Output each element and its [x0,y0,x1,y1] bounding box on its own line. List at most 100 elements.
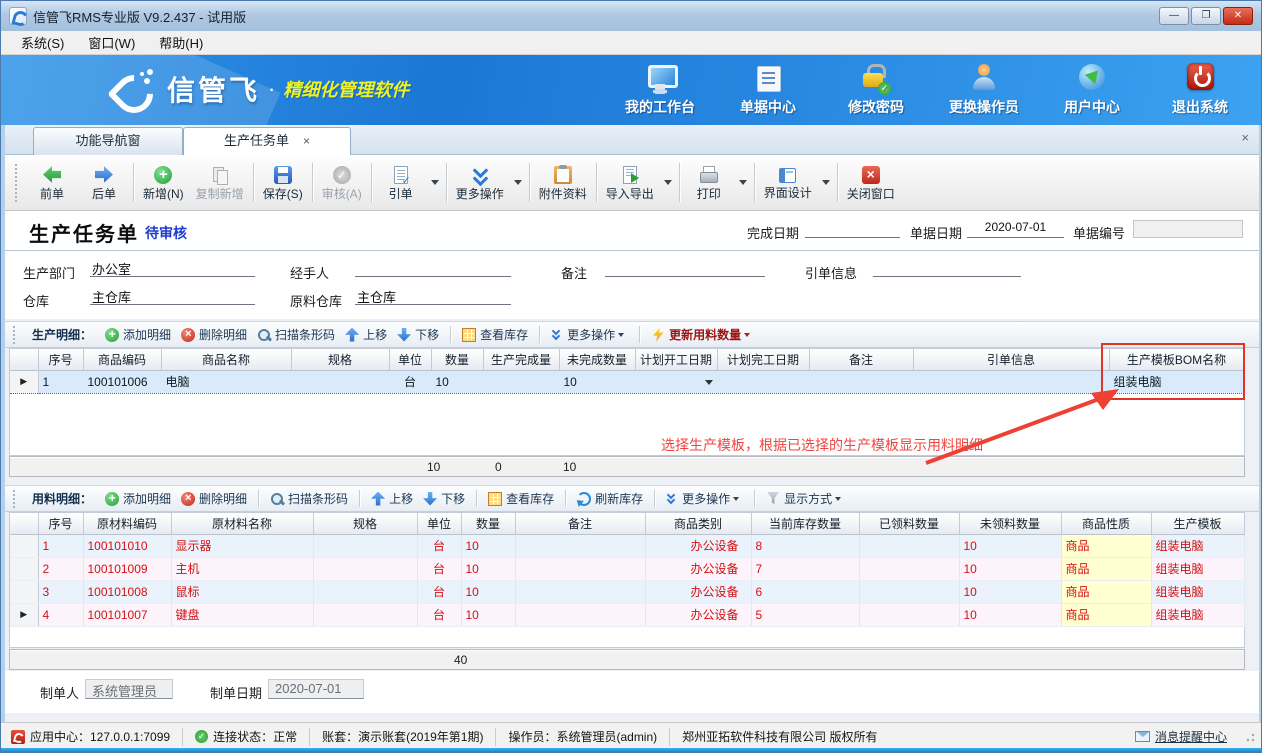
cell[interactable]: 10 [559,370,635,393]
bill-date-field[interactable]: 2020-07-01 [967,220,1064,238]
warehouse-field[interactable]: 主仓库 [90,287,255,305]
ui-design-button[interactable]: 界面设计 [758,162,818,203]
toolbar-grip[interactable] [15,164,18,202]
scan-barcode-button[interactable]: 扫描条形码 [252,324,340,345]
cell[interactable]: 办公设备 [645,580,751,603]
table-row[interactable]: 1100101010显示器台10办公设备810商品组装电脑 [10,534,1244,557]
column-header[interactable]: 计划完工日期 [717,349,809,370]
attachments-button[interactable]: 附件资料 [533,162,593,204]
cell[interactable]: 商品 [1061,603,1151,626]
cell[interactable]: 6 [751,580,859,603]
menu-system[interactable]: 系统(S) [11,31,74,54]
remark-field[interactable] [605,259,765,277]
column-header[interactable]: 原材料编码 [83,513,171,534]
dropdown-caret-icon[interactable] [822,180,830,185]
column-header[interactable]: 备注 [515,513,645,534]
cell[interactable] [483,370,559,393]
resize-grip[interactable] [1245,732,1255,742]
cell[interactable]: 键盘 [171,603,313,626]
column-header[interactable]: 计划开工日期 [635,349,717,370]
table-row[interactable]: ▶1100101006电脑台1010组装电脑 [10,370,1244,393]
nav-user-center[interactable]: 用户中心 [1049,63,1135,117]
cell[interactable] [313,534,417,557]
cell[interactable] [859,534,959,557]
cell[interactable]: 100101010 [83,534,171,557]
dropdown-caret-icon[interactable] [664,180,672,185]
handler-field[interactable] [355,259,511,277]
nav-exit-system[interactable]: 退出系统 [1157,63,1243,117]
column-header[interactable] [10,513,38,534]
cell[interactable]: 10 [461,580,515,603]
nav-switch-operator[interactable]: 更换操作员 [941,63,1027,117]
cell[interactable]: 1 [38,370,83,393]
minimize-button[interactable]: — [1159,7,1189,25]
column-header[interactable]: 生产完成量 [483,349,559,370]
delete-detail-button[interactable]: 删除明细 [176,488,252,509]
more-actions-button[interactable]: 更多操作 [661,488,748,509]
cell[interactable]: 办公设备 [645,557,751,580]
cell[interactable] [313,580,417,603]
refresh-stock-button[interactable]: 刷新库存 [572,488,648,509]
cell[interactable]: 10 [431,370,483,393]
delete-detail-button[interactable]: 删除明细 [176,324,252,345]
column-header[interactable] [10,349,38,370]
column-header[interactable]: 数量 [461,513,515,534]
update-material-qty-button[interactable]: 更新用料数量 [646,324,759,345]
cell[interactable] [913,370,1109,393]
column-header[interactable]: 商品类别 [645,513,751,534]
tab-close-icon[interactable]: × [303,128,310,154]
ref-info-field[interactable] [873,259,1021,277]
add-new-button[interactable]: 新增(N) [137,162,190,204]
nav-change-password[interactable]: ✓ 修改密码 [833,63,919,117]
next-doc-button[interactable]: 后单 [78,162,130,204]
cell[interactable]: 台 [417,534,461,557]
dropdown-caret-icon[interactable] [733,497,739,501]
cell[interactable] [859,603,959,626]
cell[interactable]: 2 [38,557,83,580]
cell[interactable]: 商品 [1061,557,1151,580]
column-header[interactable]: 备注 [809,349,913,370]
column-header[interactable]: 未领料数量 [959,513,1061,534]
column-header[interactable]: 商品编码 [83,349,161,370]
cell[interactable]: ▶ [10,370,38,393]
material-warehouse-field[interactable]: 主仓库 [355,287,511,305]
move-down-button[interactable]: 下移 [418,488,470,509]
cell[interactable] [313,603,417,626]
cell[interactable]: 100101009 [83,557,171,580]
move-down-button[interactable]: 下移 [392,324,444,345]
cell[interactable]: 台 [417,603,461,626]
print-button[interactable]: 打印 [683,162,735,204]
import-export-button[interactable]: 导入导出 [600,162,660,204]
cell[interactable]: 电脑 [161,370,291,393]
column-header[interactable]: 原材料名称 [171,513,313,534]
cell[interactable]: 办公设备 [645,603,751,626]
cell[interactable]: 组装电脑 [1151,534,1244,557]
table-row[interactable]: 2100101009主机台10办公设备710商品组装电脑 [10,557,1244,580]
column-header[interactable]: 序号 [38,349,83,370]
column-header[interactable]: 生产模板 [1151,513,1244,534]
column-header[interactable]: 规格 [291,349,389,370]
cell[interactable]: 1 [38,534,83,557]
cell[interactable]: 主机 [171,557,313,580]
dropdown-caret-icon[interactable] [744,333,750,337]
table-row[interactable]: ▶4100101007键盘台10办公设备510商品组装电脑 [10,603,1244,626]
cell[interactable]: 10 [959,557,1061,580]
cell[interactable]: 商品 [1061,580,1151,603]
prev-doc-button[interactable]: 前单 [26,162,78,204]
nav-my-workbench[interactable]: 我的工作台 [617,63,703,117]
cell[interactable]: 10 [461,534,515,557]
nav-document-center[interactable]: 单据中心 [725,63,811,117]
cell[interactable]: 8 [751,534,859,557]
cell[interactable] [717,370,809,393]
move-up-button[interactable]: 上移 [366,488,418,509]
content-close-icon[interactable]: × [1241,131,1249,145]
cell[interactable]: 10 [461,603,515,626]
message-center-link[interactable]: 消息提醒中心 [1123,728,1239,746]
more-actions-button[interactable]: 更多操作 [546,324,633,345]
display-mode-button[interactable]: 显示方式 [761,488,850,509]
column-header[interactable]: 当前库存数量 [751,513,859,534]
cell[interactable]: 办公设备 [645,534,751,557]
close-button[interactable]: ✕ [1223,7,1253,25]
move-up-button[interactable]: 上移 [340,324,392,345]
cell[interactable]: 10 [959,534,1061,557]
